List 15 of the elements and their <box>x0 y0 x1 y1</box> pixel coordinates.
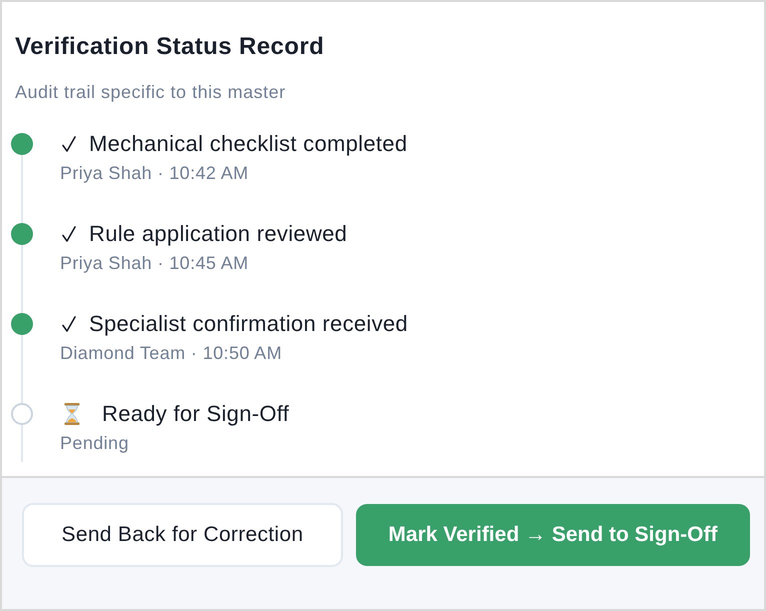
step-title: Ready for Sign-Off <box>102 401 290 427</box>
panel-subtitle: Audit trail specific to this master <box>15 81 287 104</box>
step-title: Specialist confirmation received <box>89 311 408 337</box>
check-icon <box>62 316 76 332</box>
check-icon <box>62 136 76 152</box>
step-meta: Priya Shah · 10:42 AM <box>60 162 250 185</box>
check-icon <box>62 226 76 242</box>
step-title: Rule application reviewed <box>89 221 348 247</box>
step-meta: Diamond Team · 10:50 AM <box>60 342 283 365</box>
hourglass-icon <box>64 403 80 425</box>
panel-title: Verification Status Record <box>15 32 326 62</box>
step-title: Mechanical checklist completed <box>89 131 408 157</box>
secondary-button[interactable]: Send Back for Correction <box>22 503 343 567</box>
step-meta: Pending <box>60 432 130 455</box>
step-meta: Priya Shah · 10:45 AM <box>60 252 250 275</box>
